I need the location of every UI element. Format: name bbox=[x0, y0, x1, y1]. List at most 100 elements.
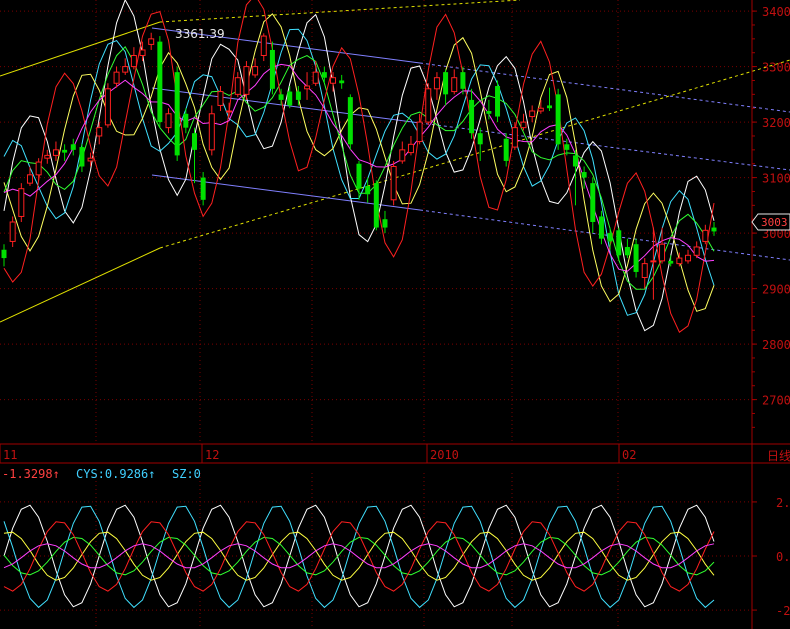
candle-body bbox=[390, 166, 397, 201]
candle-body bbox=[546, 105, 552, 109]
candle-body bbox=[693, 246, 700, 256]
candle-body bbox=[130, 55, 137, 68]
candle bbox=[711, 222, 717, 236]
candle bbox=[260, 33, 267, 62]
candle bbox=[616, 227, 622, 261]
candle-body bbox=[607, 233, 613, 242]
candle-body bbox=[520, 121, 527, 129]
candle bbox=[148, 32, 155, 50]
candle bbox=[243, 61, 250, 100]
candle-body bbox=[495, 86, 501, 117]
price-grid bbox=[0, 0, 752, 629]
candle-body bbox=[711, 227, 717, 232]
blue-channel-lower-ext bbox=[419, 209, 790, 261]
candle-body bbox=[269, 49, 275, 89]
candle-body bbox=[70, 144, 76, 150]
candle bbox=[607, 227, 613, 250]
period-label[interactable]: 日线 bbox=[767, 449, 790, 463]
peak-annotation: 3361.39 bbox=[175, 27, 225, 41]
candle bbox=[9, 216, 16, 247]
candle-body bbox=[217, 91, 224, 106]
stock-chart: 3400330032003100300029002800270011 12 2010… bbox=[0, 0, 790, 629]
candle-body bbox=[139, 49, 146, 57]
candle-body bbox=[295, 91, 301, 100]
candle bbox=[425, 83, 432, 125]
yellow-channel-lower-ext bbox=[159, 59, 790, 249]
candle bbox=[382, 210, 388, 234]
price-tick-label: 3300 bbox=[762, 61, 790, 75]
legend-value-sz: SZ:0 bbox=[172, 467, 201, 481]
candle bbox=[191, 127, 197, 184]
candle-body bbox=[304, 85, 311, 90]
candle-body bbox=[511, 127, 518, 148]
candle bbox=[469, 88, 475, 139]
candle-body bbox=[312, 71, 319, 84]
candle bbox=[685, 249, 692, 264]
candle bbox=[641, 258, 648, 289]
date-label: 2010 bbox=[430, 448, 459, 462]
legend-value-1: -1.3298↑ bbox=[2, 467, 60, 481]
candle bbox=[18, 183, 25, 222]
candle bbox=[174, 66, 180, 161]
candle bbox=[252, 58, 259, 78]
candle bbox=[590, 177, 596, 234]
candle bbox=[234, 72, 241, 98]
candle-body bbox=[659, 243, 666, 262]
yellow-channel-lower bbox=[0, 247, 161, 323]
candle bbox=[477, 127, 483, 161]
candle-body bbox=[555, 94, 561, 145]
candle-body bbox=[18, 188, 25, 217]
candle-body bbox=[382, 219, 388, 228]
price-tick-label: 3400 bbox=[762, 5, 790, 19]
candle-body bbox=[174, 72, 180, 156]
candle-body bbox=[460, 72, 466, 89]
candle bbox=[529, 105, 536, 123]
candle-body bbox=[234, 77, 241, 95]
candle-body bbox=[35, 161, 42, 176]
candle-body bbox=[529, 110, 536, 118]
price-tick-label: 3200 bbox=[762, 116, 790, 130]
candle bbox=[96, 122, 103, 145]
candle bbox=[157, 36, 163, 128]
candle-body bbox=[633, 244, 639, 272]
candle-body bbox=[668, 260, 674, 264]
candle-body bbox=[122, 66, 129, 73]
candle bbox=[390, 160, 397, 206]
candle bbox=[460, 66, 466, 95]
candle bbox=[183, 108, 189, 134]
candle-body bbox=[26, 174, 33, 184]
candle-body bbox=[287, 91, 293, 106]
candle-body bbox=[347, 97, 353, 145]
candle bbox=[555, 88, 561, 150]
date-label: 12 bbox=[205, 448, 219, 462]
candle-body bbox=[373, 183, 379, 228]
candle bbox=[443, 69, 449, 106]
candle-body bbox=[641, 263, 648, 278]
candle-body bbox=[157, 41, 163, 123]
candle-body bbox=[200, 177, 206, 200]
candle-body bbox=[96, 127, 103, 137]
candle bbox=[511, 122, 518, 150]
candle bbox=[1, 244, 7, 267]
candle bbox=[693, 241, 700, 259]
price-tick-label: 2900 bbox=[762, 283, 790, 297]
candle bbox=[598, 210, 604, 245]
candle-body bbox=[676, 257, 683, 265]
candle bbox=[113, 66, 120, 88]
candle-body bbox=[104, 88, 111, 126]
last-price-tag[interactable]: 3003 bbox=[751, 213, 790, 231]
candle bbox=[79, 144, 85, 173]
candle bbox=[624, 238, 630, 259]
candle-body bbox=[183, 113, 189, 128]
candle bbox=[407, 135, 414, 156]
candle bbox=[130, 47, 137, 70]
candle-body bbox=[1, 249, 7, 259]
candle-body bbox=[278, 94, 284, 100]
price-tick-label: 2800 bbox=[762, 338, 790, 352]
candle-body bbox=[243, 66, 250, 95]
candle bbox=[373, 180, 379, 231]
candle bbox=[365, 177, 371, 203]
candle bbox=[495, 80, 501, 123]
candle bbox=[451, 69, 458, 95]
candle-body bbox=[443, 72, 449, 95]
